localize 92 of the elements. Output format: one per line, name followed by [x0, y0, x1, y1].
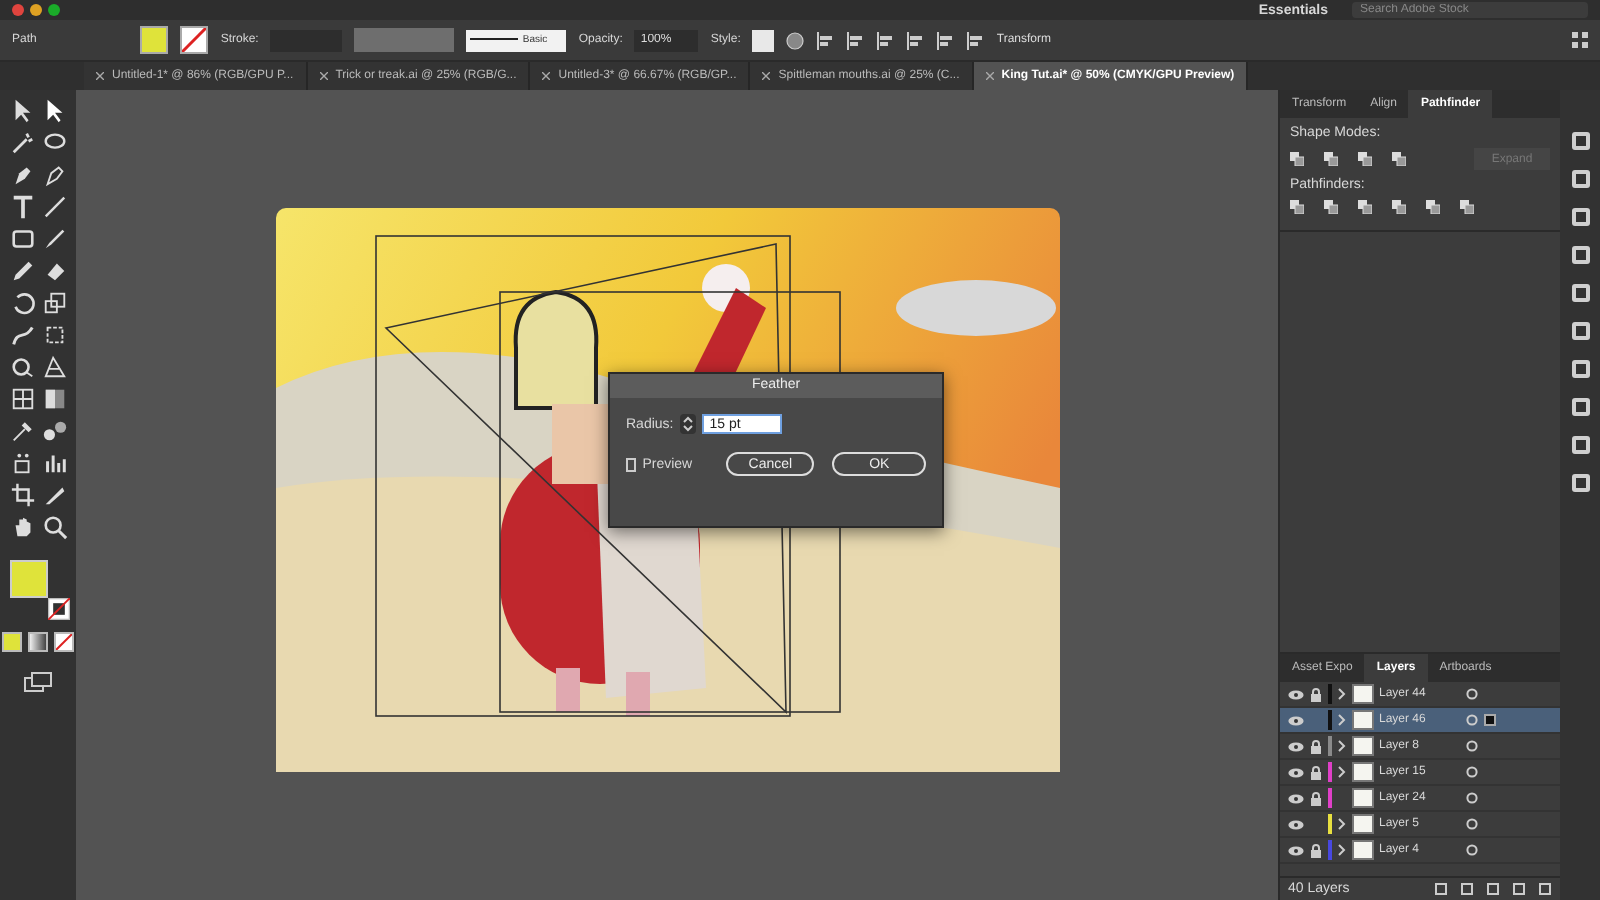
style-swatch[interactable]: [752, 29, 775, 51]
target-icon[interactable]: [1465, 844, 1477, 856]
trim-icon[interactable]: [1324, 200, 1338, 214]
grid-icon[interactable]: [1572, 32, 1588, 48]
close-icon[interactable]: [762, 72, 771, 80]
layer-thumbnail: [1351, 814, 1373, 834]
lock-icon[interactable]: [1310, 791, 1322, 805]
free-transform-icon[interactable]: [41, 322, 67, 348]
screen-mode-icon[interactable]: [24, 672, 52, 692]
target-icon[interactable]: [1465, 766, 1477, 778]
target-icon[interactable]: [1465, 818, 1477, 830]
pencil-icon[interactable]: [9, 258, 35, 284]
warp-icon[interactable]: [9, 322, 35, 348]
stroke-line-icon: [470, 38, 519, 42]
shape-builder-icon[interactable]: [9, 354, 35, 380]
paintbrush-icon[interactable]: [41, 226, 67, 252]
unite-icon[interactable]: [1290, 152, 1304, 166]
preview-checkbox[interactable]: [626, 457, 637, 471]
layer-thumbnail: [1351, 736, 1373, 756]
eye-icon[interactable]: [1288, 767, 1304, 777]
target-icon[interactable]: [1465, 688, 1477, 700]
chevron-icon[interactable]: [1337, 740, 1345, 752]
curvature-pen-icon[interactable]: [41, 162, 67, 188]
layer-thumbnail: [1351, 840, 1373, 860]
layer-thumbnail: [1351, 710, 1373, 730]
close-icon[interactable]: [985, 72, 994, 80]
globe-icon[interactable]: [786, 31, 805, 49]
align-top-icon[interactable]: [906, 31, 925, 49]
intersect-icon[interactable]: [1358, 152, 1372, 166]
target-icon[interactable]: [1465, 714, 1477, 726]
chevron-icon[interactable]: [1337, 766, 1345, 778]
layer-thumbnail: [1351, 684, 1373, 704]
eye-icon[interactable]: [1288, 689, 1304, 699]
align-middle-icon[interactable]: [936, 31, 955, 49]
chevron-icon[interactable]: [1337, 714, 1345, 726]
target-icon[interactable]: [1465, 792, 1477, 804]
rotate-icon[interactable]: [9, 290, 35, 316]
crop-icon[interactable]: [1392, 200, 1406, 214]
slice-icon[interactable]: [41, 482, 67, 508]
rectangle-icon[interactable]: [9, 226, 35, 252]
close-icon[interactable]: [319, 72, 328, 80]
chevron-icon[interactable]: [1337, 688, 1345, 700]
column-graph-icon[interactable]: [41, 450, 67, 476]
close-icon[interactable]: [542, 72, 551, 80]
lock-icon[interactable]: [1310, 765, 1322, 779]
minus-back-icon[interactable]: [1460, 200, 1474, 214]
eye-icon[interactable]: [1288, 819, 1304, 829]
stepper-icon[interactable]: [679, 414, 696, 434]
chevron-icon[interactable]: [1337, 818, 1345, 830]
eye-icon[interactable]: [1288, 715, 1304, 725]
type-icon[interactable]: [9, 194, 35, 220]
mesh-icon[interactable]: [9, 386, 35, 412]
align-bottom-icon[interactable]: [966, 31, 985, 49]
eye-icon[interactable]: [1288, 741, 1304, 751]
chevron-icon[interactable]: [1337, 844, 1345, 856]
divide-icon[interactable]: [1290, 200, 1304, 214]
none-mode-swatch[interactable]: [54, 632, 74, 652]
artboard-icon[interactable]: [9, 482, 35, 508]
scale-icon[interactable]: [41, 290, 67, 316]
gradient-mode-swatch[interactable]: [28, 632, 48, 652]
symbol-sprayer-icon[interactable]: [9, 450, 35, 476]
outline-icon[interactable]: [1426, 200, 1440, 214]
stroke-swatch[interactable]: [180, 26, 209, 54]
magic-wand-icon[interactable]: [9, 130, 35, 156]
target-icon[interactable]: [1465, 740, 1477, 752]
fill-color-swatch[interactable]: [10, 560, 48, 598]
minus-front-icon[interactable]: [1324, 152, 1338, 166]
stroke-color-swatch[interactable]: [48, 598, 70, 620]
align-right-icon[interactable]: [876, 31, 895, 49]
eye-icon[interactable]: [1288, 845, 1304, 855]
lock-icon[interactable]: [1310, 739, 1322, 753]
window-controls-icon[interactable]: [12, 4, 60, 16]
perspective-grid-icon[interactable]: [41, 354, 67, 380]
layer-thumbnail: [1351, 788, 1373, 808]
lock-icon[interactable]: [1310, 687, 1322, 701]
layer-thumbnail: [1351, 762, 1373, 782]
gradient-icon[interactable]: [41, 386, 67, 412]
close-icon[interactable]: [96, 72, 104, 80]
eyedropper-icon[interactable]: [9, 418, 35, 444]
zoom-icon[interactable]: [41, 514, 67, 540]
blend-icon[interactable]: [41, 418, 67, 444]
variable-width-field[interactable]: [354, 28, 455, 52]
fill-swatch[interactable]: [140, 26, 169, 54]
align-left-icon[interactable]: [816, 31, 835, 49]
lock-icon[interactable]: [1310, 843, 1322, 857]
eye-icon[interactable]: [1288, 793, 1304, 803]
line-icon[interactable]: [41, 194, 67, 220]
merge-icon[interactable]: [1358, 200, 1372, 214]
align-center-icon[interactable]: [846, 31, 865, 49]
selection-indicator[interactable]: [1483, 714, 1495, 726]
color-mode-swatch[interactable]: [2, 632, 22, 652]
exclude-icon[interactable]: [1392, 152, 1406, 166]
